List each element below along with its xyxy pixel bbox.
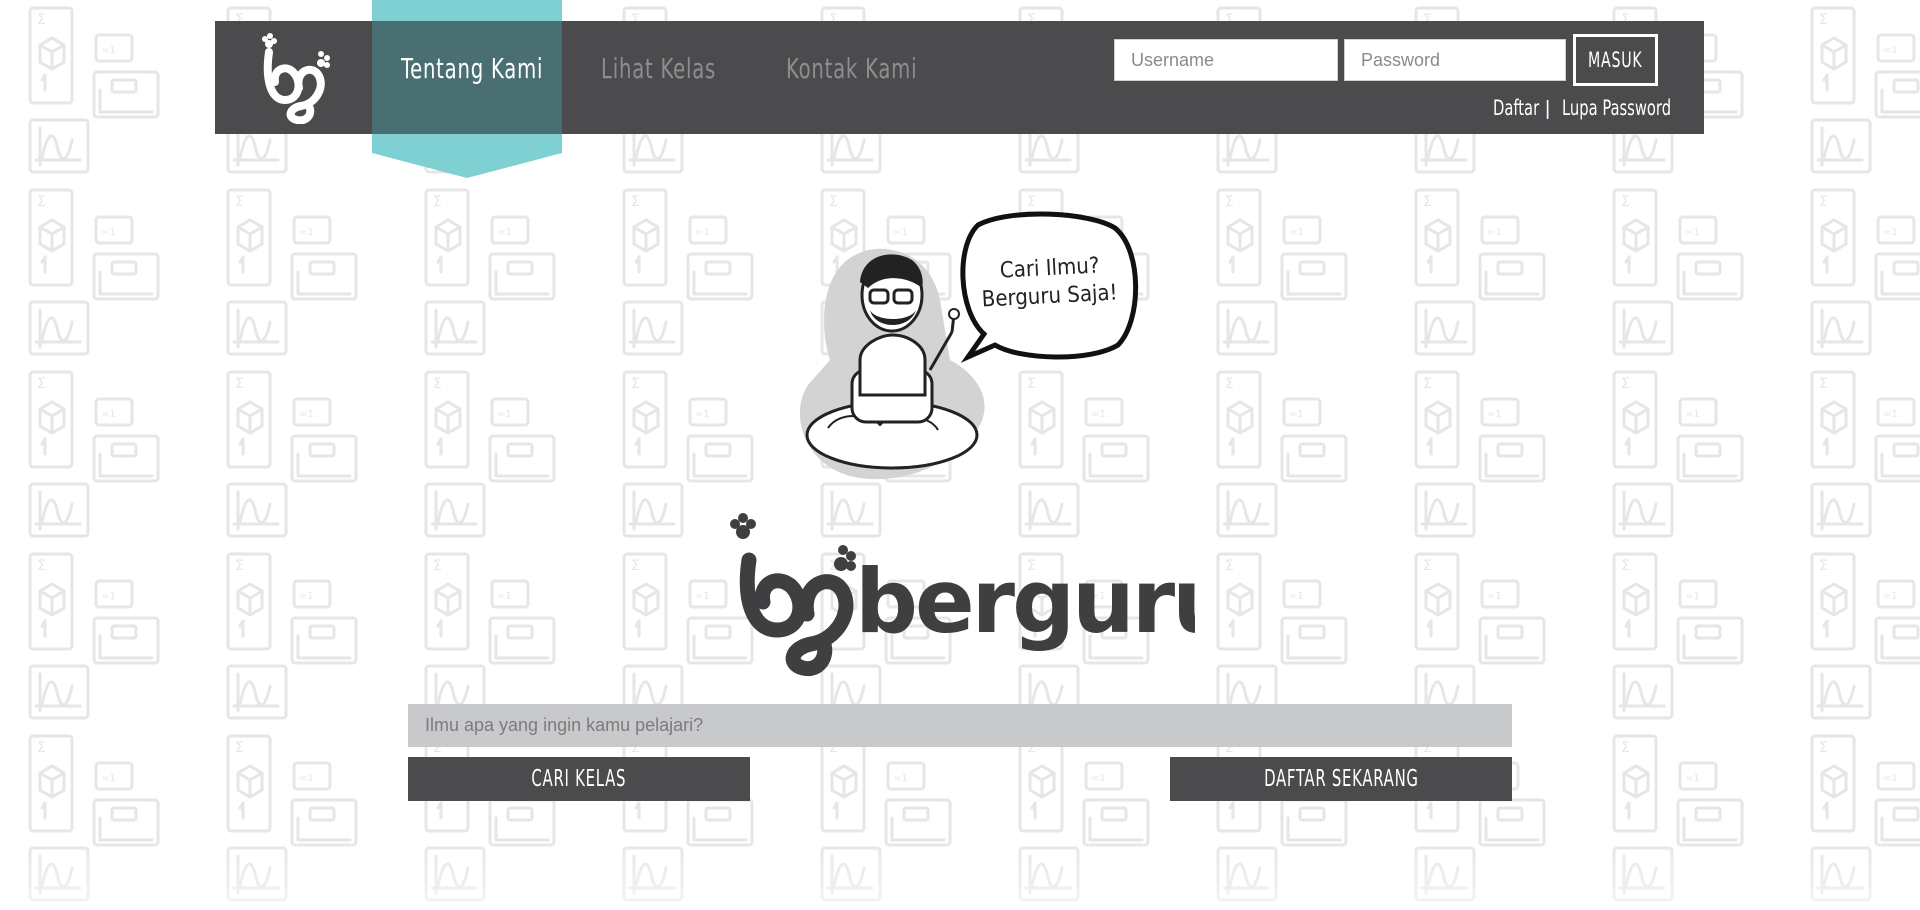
search-class-button[interactable]: CARI KELAS (408, 757, 750, 801)
register-link[interactable]: Daftar (1493, 96, 1539, 120)
password-field[interactable] (1344, 39, 1566, 81)
search-class-label: CARI KELAS (531, 766, 627, 792)
speech-bubble-icon: Cari Ilmu? Berguru Saja! (960, 211, 1139, 363)
register-now-button[interactable]: DAFTAR SEKARANG (1170, 757, 1512, 801)
search-input[interactable] (408, 704, 1512, 747)
bottom-fade (0, 840, 1920, 910)
brand-name: berguru (855, 550, 1195, 653)
logo-mark-icon[interactable] (255, 30, 335, 124)
login-button[interactable]: MASUK (1573, 34, 1658, 86)
hero-illustration: Cari Ilmu? Berguru Saja! (799, 211, 1139, 480)
active-tab-indicator (372, 0, 562, 178)
link-separator: | (1545, 98, 1551, 120)
nav-item-tentang-kami[interactable]: Tentang Kami (401, 52, 543, 85)
login-button-label: MASUK (1588, 48, 1643, 72)
username-field[interactable] (1114, 39, 1338, 81)
brand-logo: berguru (730, 513, 1195, 677)
nav-item-kontak-kami[interactable]: Kontak Kami (786, 52, 917, 85)
nav-item-lihat-kelas[interactable]: Lihat Kelas (601, 52, 716, 85)
speech-line-1: Cari Ilmu? (999, 253, 1100, 283)
logo-mark-icon (730, 513, 856, 677)
mascot-icon (799, 248, 985, 480)
register-now-label: DAFTAR SEKARANG (1263, 766, 1419, 792)
forgot-password-link[interactable]: Lupa Password (1562, 96, 1671, 120)
